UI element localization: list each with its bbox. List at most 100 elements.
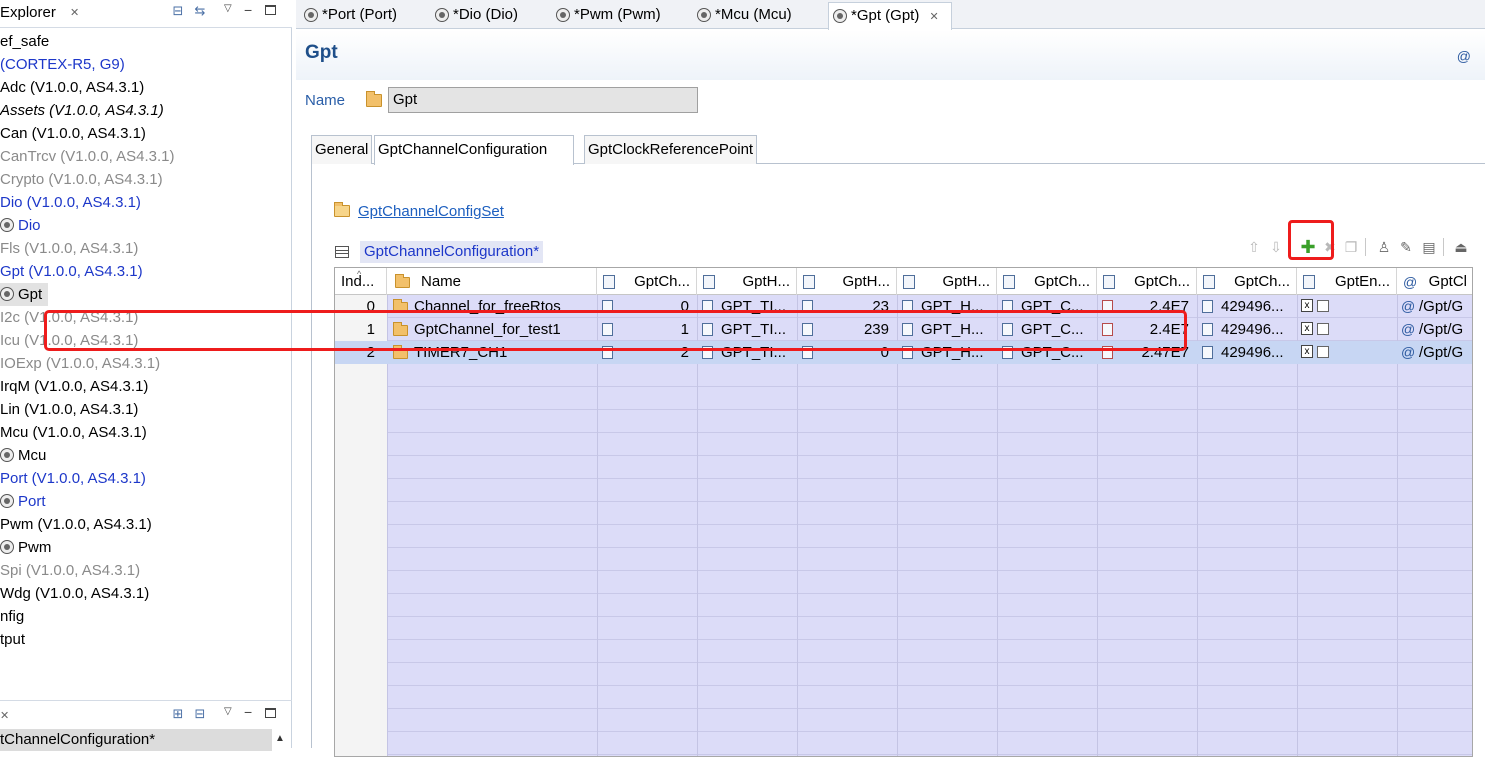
view-menu-icon[interactable]: ▽ <box>224 3 232 14</box>
th-gpt-hw-channel[interactable]: GptH... <box>697 268 797 295</box>
name-field[interactable]: Gpt <box>388 87 698 113</box>
th-gpt-channel-mode[interactable]: GptCh... <box>997 268 1097 295</box>
th-gpt-enable-wakeup[interactable]: GptEn... <box>1297 268 1397 295</box>
column-header-label: GptEn... <box>1334 273 1390 290</box>
tree-item-label: ef_safe <box>0 33 50 50</box>
scroll-up-icon[interactable]: ▲ <box>275 733 285 744</box>
tree-item-label: Mcu <box>18 447 47 464</box>
link-with-editor-icon[interactable]: ⇆ <box>192 3 208 19</box>
tab-port[interactable]: *Port (Port) <box>300 2 397 29</box>
th-gpt-h-prescaler[interactable]: GptH... <box>797 268 897 295</box>
tab-mcu[interactable]: *Mcu (Mcu) <box>693 2 792 29</box>
tree-item[interactable]: Gpt (V1.0.0, AS4.3.1) <box>0 260 292 283</box>
tree-item[interactable]: IrqM (V1.0.0, AS4.3.1) <box>0 375 292 398</box>
at-icon[interactable]: @ <box>1457 48 1471 64</box>
th-gpt-channel-tick-max[interactable]: GptCh... <box>1197 268 1297 295</box>
tree-item[interactable]: Port <box>0 490 292 513</box>
tree-item-label: Can (V1.0.0, AS4.3.1) <box>0 125 146 142</box>
channel-config-set-link[interactable]: GptChannelConfigSet <box>358 203 504 220</box>
tree-item-label: Lin (V1.0.0, AS4.3.1) <box>0 401 139 418</box>
export-icon[interactable]: ⏏ <box>1452 238 1470 256</box>
tree-item[interactable]: Port (V1.0.0, AS4.3.1) <box>0 467 292 490</box>
tab-dio[interactable]: *Dio (Dio) <box>431 2 518 29</box>
maximize-icon[interactable] <box>265 5 276 15</box>
close-icon[interactable]: ✕ <box>0 709 9 722</box>
table-cell[interactable]: @/Gpt/G <box>1397 318 1472 341</box>
enable-wakeup-checkbox[interactable] <box>1317 300 1329 312</box>
expand-all-icon[interactable]: ⊞ <box>170 706 186 722</box>
reference-icon: @ <box>1401 321 1416 337</box>
table-cell[interactable]: 429496... <box>1197 341 1297 364</box>
tree-item[interactable]: Dio <box>0 214 292 237</box>
tree-item-label: CanTrcv (V1.0.0, AS4.3.1) <box>0 148 175 165</box>
table-cell[interactable]: x <box>1297 318 1397 341</box>
th-name[interactable]: Name <box>387 268 597 295</box>
minimize-icon[interactable]: − <box>244 704 252 720</box>
tree-item[interactable]: Mcu <box>0 444 292 467</box>
tree-item[interactable]: tput <box>0 628 292 651</box>
tab-gpt[interactable]: *Gpt (Gpt) ✕ <box>828 2 952 30</box>
tree-item[interactable]: Fls (V1.0.0, AS4.3.1) <box>0 237 292 260</box>
tree-item[interactable]: Spi (V1.0.0, AS4.3.1) <box>0 559 292 582</box>
parameter-icon <box>1103 275 1115 289</box>
tree-item[interactable]: Wdg (V1.0.0, AS4.3.1) <box>0 582 292 605</box>
tree-item[interactable]: Can (V1.0.0, AS4.3.1) <box>0 122 292 145</box>
table-cell[interactable]: @/Gpt/G <box>1397 295 1472 318</box>
tree-item[interactable]: IOExp (V1.0.0, AS4.3.1) <box>0 352 292 375</box>
tab-pwm[interactable]: *Pwm (Pwm) <box>552 2 661 29</box>
tree-item[interactable]: Lin (V1.0.0, AS4.3.1) <box>0 398 292 421</box>
close-icon[interactable]: ✕ <box>930 11 939 23</box>
tree-item[interactable]: CanTrcv (V1.0.0, AS4.3.1) <box>0 145 292 168</box>
move-up-icon[interactable]: ⇧ <box>1245 238 1263 256</box>
person-icon[interactable]: ♙ <box>1375 238 1393 256</box>
module-icon <box>304 8 318 22</box>
tree-item[interactable]: Dio (V1.0.0, AS4.3.1) <box>0 191 292 214</box>
th-gpt-h-mode[interactable]: GptH... <box>897 268 997 295</box>
collapse-all-icon[interactable]: ⊟ <box>170 3 186 19</box>
tab-gpt-channel-configuration[interactable]: GptChannelConfiguration <box>374 135 574 165</box>
enable-wakeup-checkbox[interactable] <box>1317 323 1329 335</box>
move-down-icon[interactable]: ⇩ <box>1267 238 1285 256</box>
tree-item[interactable]: (CORTEX-R5, G9) <box>0 53 292 76</box>
tree-item[interactable]: Mcu (V1.0.0, AS4.3.1) <box>0 421 292 444</box>
tree-item[interactable]: Assets (V1.0.0, AS4.3.1) <box>0 99 292 122</box>
collapse-all-icon[interactable]: ⊟ <box>192 706 208 722</box>
copy-icon[interactable]: ❐ <box>1342 238 1360 256</box>
th-gpt-channel-id[interactable]: GptCh... <box>597 268 697 295</box>
tree-item[interactable]: ef_safe <box>0 30 292 53</box>
tree-item[interactable]: Pwm (V1.0.0, AS4.3.1) <box>0 513 292 536</box>
module-icon <box>0 494 14 508</box>
table-cell[interactable]: 429496... <box>1197 318 1297 341</box>
tree-item[interactable]: Gpt <box>0 283 48 306</box>
form-icon[interactable]: ▤ <box>1420 238 1438 256</box>
maximize-icon[interactable] <box>265 708 276 718</box>
tab-gpt-clock-reference-point[interactable]: GptClockReferencePoint <box>584 135 758 164</box>
th-index[interactable]: ^ Ind... <box>335 268 387 295</box>
checkbox-type-icon <box>1303 275 1315 289</box>
th-gpt-clock-ref[interactable]: @ GptCl <box>1397 268 1472 295</box>
tree-item-label: Pwm <box>18 539 52 556</box>
tree-item[interactable]: Pwm <box>0 536 292 559</box>
close-icon[interactable]: ✕ <box>70 6 79 19</box>
enable-wakeup-checkbox[interactable] <box>1317 346 1329 358</box>
minimize-icon[interactable]: − <box>244 2 252 18</box>
editor-title-bar: Gpt @ <box>296 30 1485 80</box>
table-cell[interactable]: x <box>1297 341 1397 364</box>
column-header-label: GptH... <box>842 273 890 290</box>
column-header-label: GptCh... <box>1234 273 1290 290</box>
edit-icon[interactable]: ✎ <box>1397 238 1415 256</box>
tree-item[interactable]: Crypto (V1.0.0, AS4.3.1) <box>0 168 292 191</box>
th-gpt-channel-tick-freq[interactable]: GptCh... <box>1097 268 1197 295</box>
module-icon <box>0 218 14 232</box>
tree-item[interactable]: nfig <box>0 605 292 628</box>
editor-tab-bar: *Port (Port) *Dio (Dio) *Pwm (Pwm) *Mcu … <box>296 0 1485 30</box>
tab-content-panel: GptChannelConfigSet GptChannelConfigurat… <box>311 164 1485 757</box>
view-menu-icon[interactable]: ▽ <box>224 706 232 717</box>
table-cell[interactable]: @/Gpt/G <box>1397 341 1472 364</box>
table-cell[interactable]: x <box>1297 295 1397 318</box>
tab-general[interactable]: General <box>311 135 373 164</box>
table-icon <box>335 246 349 258</box>
cell-value: 429496... <box>1221 298 1284 315</box>
table-cell[interactable]: 429496... <box>1197 295 1297 318</box>
tree-item[interactable]: Adc (V1.0.0, AS4.3.1) <box>0 76 292 99</box>
